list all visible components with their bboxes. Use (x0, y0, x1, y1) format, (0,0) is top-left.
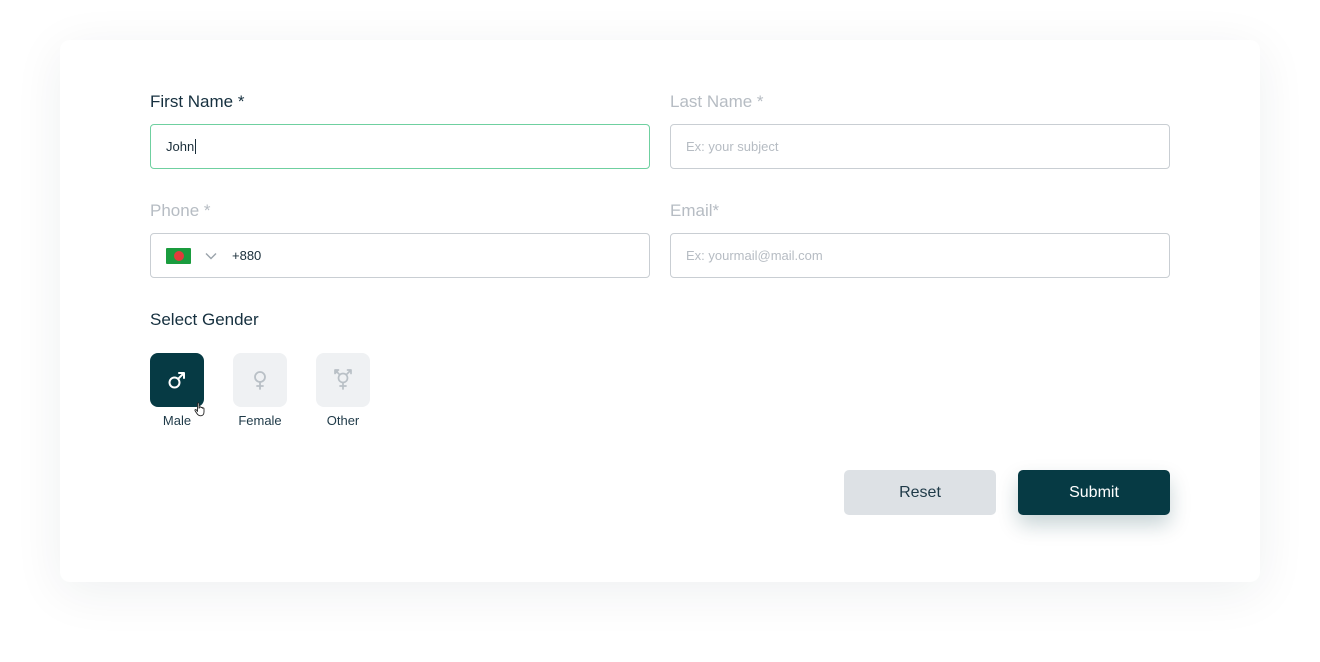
first-name-value: John (166, 139, 197, 154)
last-name-placeholder: Ex: your subject (686, 139, 779, 154)
first-name-label: First Name * (150, 92, 245, 111)
text-caret (195, 139, 197, 154)
gender-box-female[interactable] (233, 353, 287, 407)
gender-option-female[interactable]: Female (233, 353, 287, 428)
last-name-label: Last Name * (670, 92, 764, 111)
form-card: First Name * John Last Name * Ex: your s… (60, 40, 1260, 582)
gender-label-female: Female (238, 413, 282, 428)
gender-option-other[interactable]: Other (316, 353, 370, 428)
gender-box-other[interactable] (316, 353, 370, 407)
hand-cursor-icon (194, 402, 206, 422)
phone-input[interactable]: +880 (150, 233, 650, 278)
first-name-input[interactable]: John (150, 124, 650, 169)
submit-button[interactable]: Submit (1018, 470, 1170, 515)
gender-label: Select Gender (150, 310, 259, 329)
gender-box-male[interactable] (150, 353, 204, 407)
transgender-icon (334, 369, 352, 390)
phone-label: Phone * (150, 201, 211, 220)
email-placeholder: Ex: yourmail@mail.com (686, 248, 823, 263)
email-label: Email* (670, 201, 720, 220)
reset-button[interactable]: Reset (844, 470, 996, 515)
bangladesh-flag-icon[interactable] (166, 247, 191, 264)
last-name-input[interactable]: Ex: your subject (670, 124, 1170, 169)
chevron-down-icon[interactable] (205, 250, 217, 262)
email-input[interactable]: Ex: yourmail@mail.com (670, 233, 1170, 278)
female-icon (254, 371, 266, 390)
gender-label-male: Male (162, 413, 192, 428)
gender-options: Male Female Other (150, 353, 399, 428)
male-icon (168, 372, 185, 389)
gender-label-other: Other (326, 413, 360, 428)
phone-value: +880 (232, 248, 262, 263)
